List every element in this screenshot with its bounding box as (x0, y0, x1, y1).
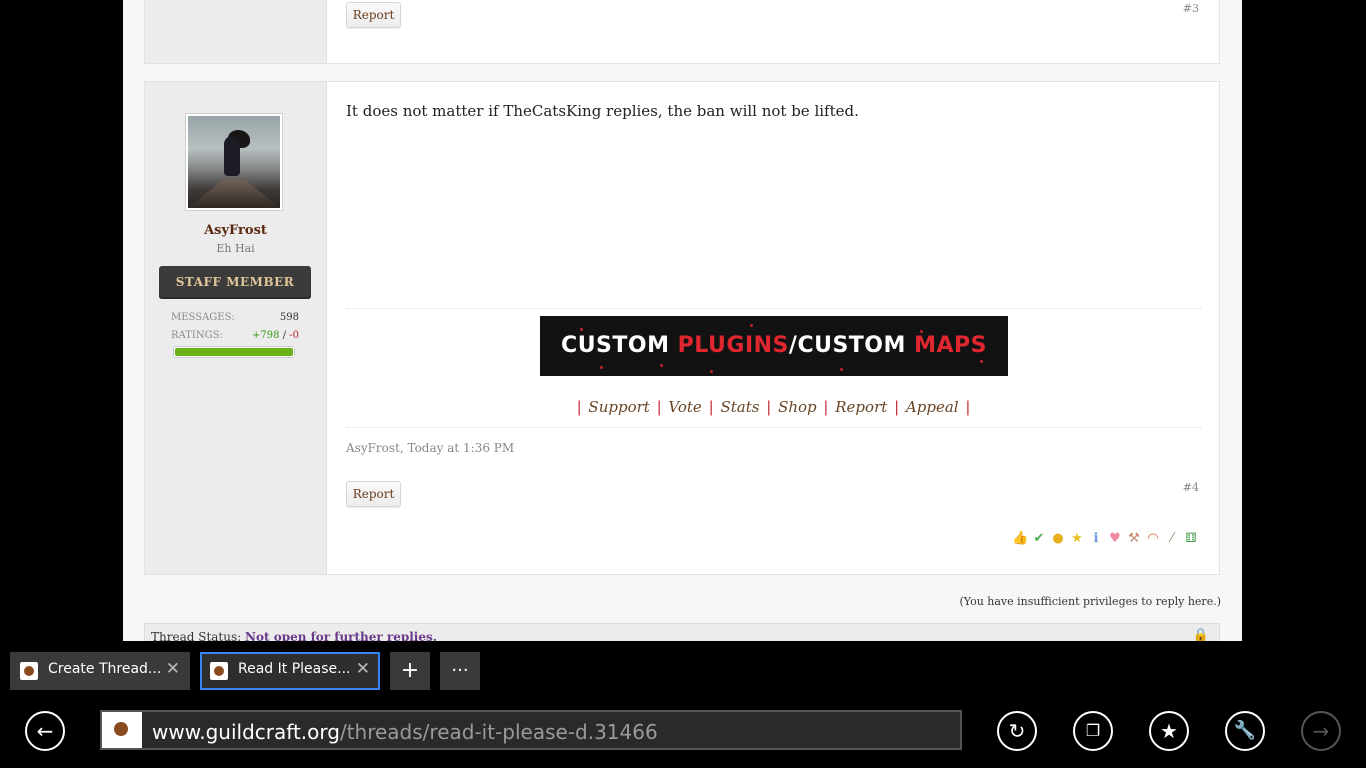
user-title: Eh Hai (216, 242, 255, 255)
signature-divider-bottom (346, 427, 1201, 428)
check-icon[interactable]: ✔ (1031, 531, 1047, 547)
messages-stat: MESSAGES: 598 (171, 312, 299, 323)
wrench-icon[interactable]: ⚒ (1126, 531, 1142, 547)
tab-read-it-please[interactable]: Read It Please... ✕ (200, 652, 380, 690)
reaction-bar: 👍 ✔ ● ★ ℹ ♥ ⚒ ◠ ⁄ ⚅ (1012, 531, 1199, 547)
browser-app-bar: Create Thread... ✕ Read It Please... ✕ +… (0, 641, 1366, 768)
post-4-permalink[interactable]: #4 (1183, 481, 1199, 494)
favorites-button[interactable]: ★ (1149, 711, 1189, 751)
thumbs-up-icon[interactable]: 👍 (1012, 531, 1028, 547)
info-icon[interactable]: ℹ (1088, 531, 1104, 547)
post-3: Report #3 (144, 0, 1220, 64)
post-4-sidebar: AsyFrost Eh Hai STAFF MEMBER MESSAGES: 5… (145, 82, 327, 574)
more-button[interactable]: ··· (440, 652, 480, 690)
brush-icon[interactable]: ⁄ (1164, 531, 1180, 547)
site-favicon-icon (20, 662, 38, 680)
ratings-positive: +798 (252, 330, 280, 341)
page-tools-button[interactable]: 🔧 (1225, 711, 1265, 751)
post-meta[interactable]: AsyFrost, Today at 1:36 PM (346, 441, 514, 455)
dice-icon[interactable]: ⚅ (1183, 531, 1199, 547)
signature-divider-top (346, 308, 1201, 309)
sig-link-support[interactable]: Support (588, 398, 649, 416)
thread-status-bar: Thread Status: Not open for further repl… (144, 623, 1220, 641)
post-3-sidebar (145, 0, 327, 63)
sig-link-appeal[interactable]: Appeal (906, 398, 959, 416)
avatar[interactable] (185, 113, 283, 211)
ratings-label: RATINGS: (171, 330, 223, 341)
ratings-bar (173, 346, 295, 358)
messages-value[interactable]: 598 (280, 312, 299, 323)
ratings-value: +798 / -0 (252, 330, 299, 341)
sig-link-stats[interactable]: Stats (720, 398, 759, 416)
avatar-image (188, 116, 280, 208)
sig-link-report[interactable]: Report (835, 398, 887, 416)
url-text[interactable]: www.guildcraft.org/threads/read-it-pleas… (152, 720, 658, 744)
signature-links: | Support | Vote | Stats | Shop | Report… (576, 398, 971, 416)
banner-text: CUSTOM PLUGINS/CUSTOM MAPS (561, 333, 987, 358)
post-3-report-button[interactable]: Report (346, 2, 401, 28)
post-message: It does not matter if TheCatsKing replie… (346, 102, 859, 120)
site-favicon-icon (102, 712, 142, 748)
ratings-stat: RATINGS: +798 / -0 (171, 330, 299, 341)
thread-status-value: Not open for further replies. (245, 630, 437, 641)
close-icon[interactable]: ✕ (166, 659, 180, 679)
site-favicon-icon (210, 662, 228, 680)
tabs-view-button[interactable]: ❐ (1073, 711, 1113, 751)
signature-banner[interactable]: CUSTOM PLUGINS/CUSTOM MAPS (540, 316, 1008, 376)
post-3-permalink[interactable]: #3 (1183, 2, 1199, 15)
sig-link-vote[interactable]: Vote (668, 398, 701, 416)
heart-icon[interactable]: ♥ (1107, 531, 1123, 547)
username[interactable]: AsyFrost (145, 223, 326, 238)
messages-label: MESSAGES: (171, 312, 235, 323)
address-bar[interactable]: www.guildcraft.org/threads/read-it-pleas… (100, 710, 962, 750)
new-tab-button[interactable]: + (390, 652, 430, 690)
thread-status-label: Thread Status: (151, 630, 242, 641)
back-button[interactable]: ← (25, 711, 65, 751)
rainbow-icon[interactable]: ◠ (1145, 531, 1161, 547)
forward-button[interactable]: → (1301, 711, 1341, 751)
star-badge-icon[interactable]: ★ (1069, 531, 1085, 547)
lock-icon: 🔒 (1192, 628, 1209, 641)
refresh-button[interactable]: ↻ (997, 711, 1037, 751)
ratings-bar-fill (175, 348, 293, 356)
ratings-separator: / (279, 330, 290, 341)
sig-link-shop[interactable]: Shop (778, 398, 817, 416)
no-reply-notice: (You have insufficient privileges to rep… (959, 595, 1221, 608)
ratings-negative: -0 (289, 330, 299, 341)
post-4-report-button[interactable]: Report (346, 481, 401, 507)
post-4: AsyFrost Eh Hai STAFF MEMBER MESSAGES: 5… (144, 81, 1220, 575)
forum-page: Report #3 AsyFrost Eh Hai STAFF MEMBER M… (123, 0, 1242, 641)
tab-create-thread[interactable]: Create Thread... ✕ (10, 652, 190, 690)
tab-title: Create Thread... (48, 661, 162, 677)
tab-title: Read It Please... (238, 661, 351, 677)
minus-face-icon[interactable]: ● (1050, 531, 1066, 547)
close-icon[interactable]: ✕ (356, 659, 370, 679)
staff-badge: STAFF MEMBER (159, 266, 311, 299)
